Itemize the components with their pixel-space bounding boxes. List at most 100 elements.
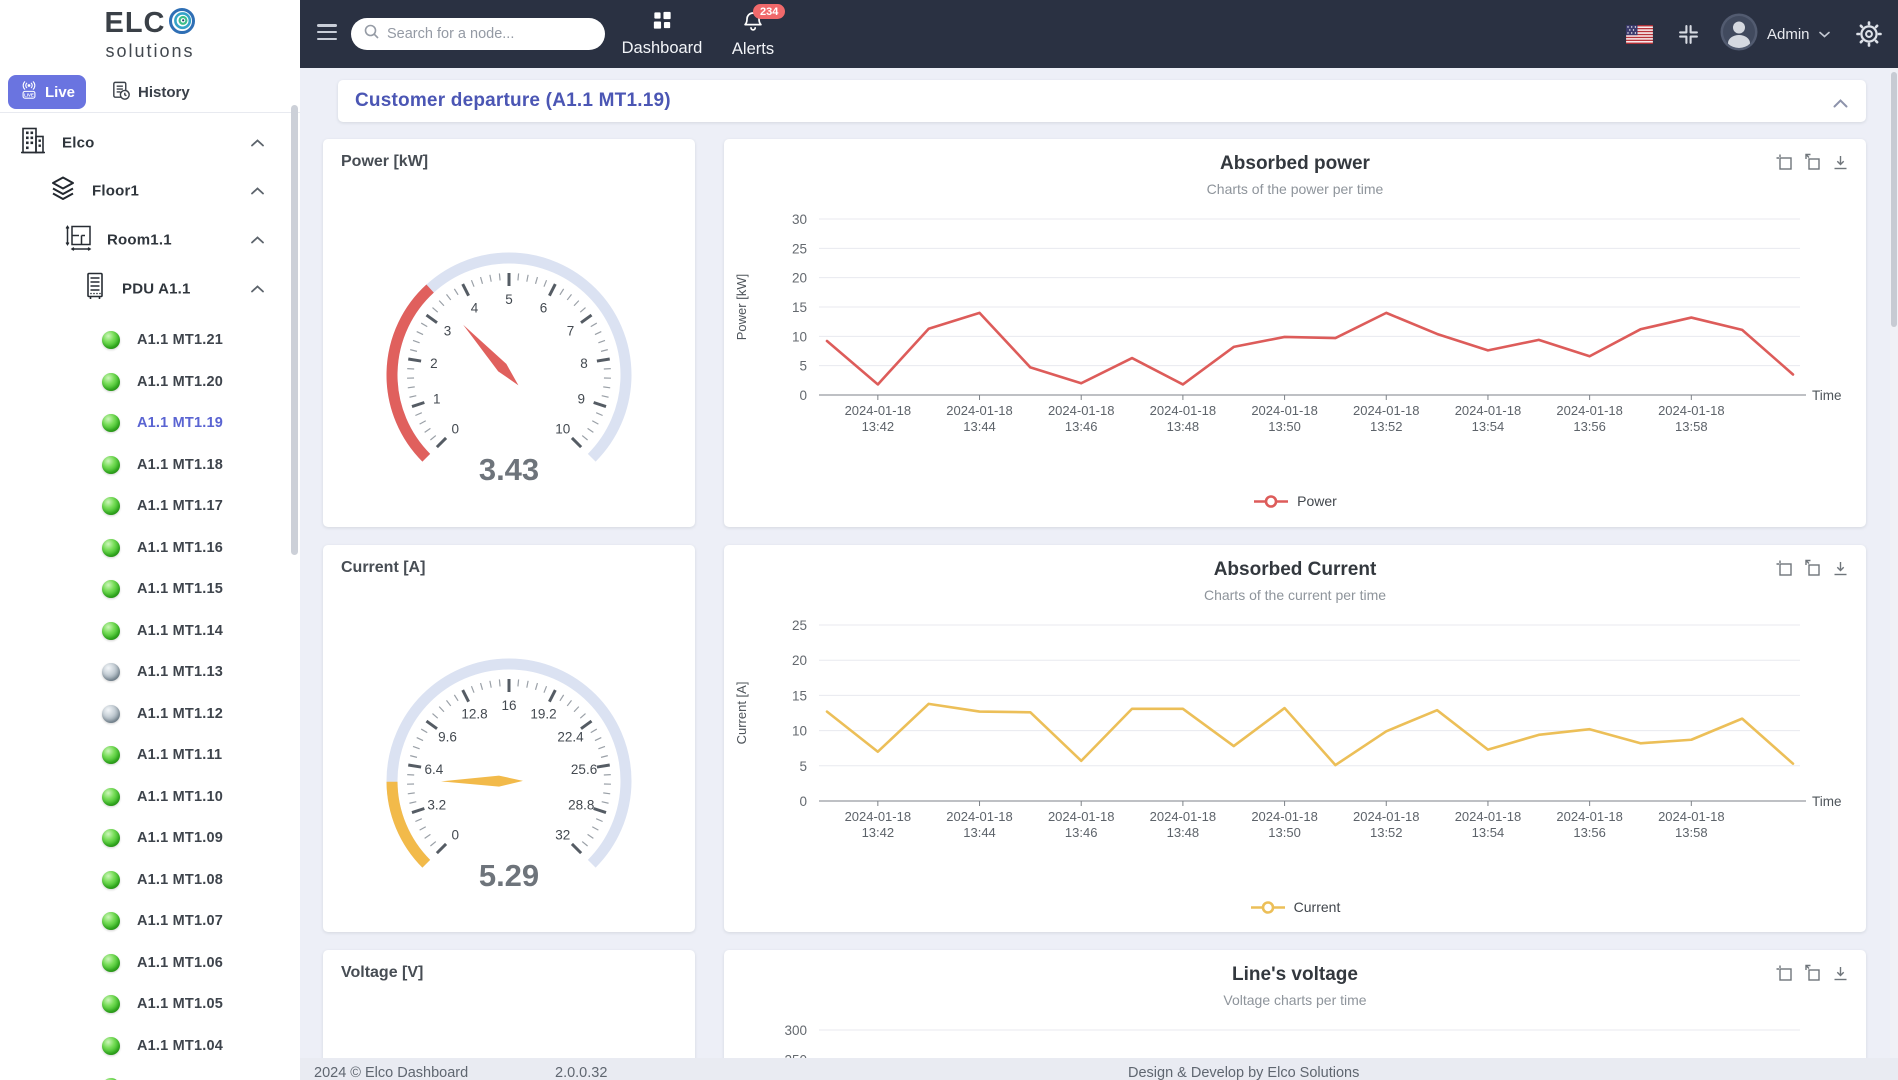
chevron-up-icon[interactable] <box>251 231 264 249</box>
chevron-up-icon[interactable] <box>251 280 264 298</box>
svg-text:10: 10 <box>792 329 807 344</box>
node-label: A1.1 MT1.06 <box>137 955 223 971</box>
node-search[interactable] <box>351 18 605 50</box>
main-scrollbar-thumb[interactable] <box>1891 72 1897 327</box>
chart-title: Absorbed power <box>724 153 1866 175</box>
node-status-icon <box>102 456 120 474</box>
zoom-reset-icon[interactable] <box>1803 153 1822 177</box>
chart-legend[interactable]: Power <box>724 493 1866 509</box>
node-label: A1.1 MT1.18 <box>137 457 223 473</box>
history-icon <box>110 80 131 105</box>
tab-history[interactable]: History <box>110 75 190 109</box>
collapse-chevron-up-icon[interactable] <box>1833 95 1848 113</box>
svg-text:12.8: 12.8 <box>461 706 487 721</box>
sidebar-node[interactable]: A1.1 MT1.18 <box>0 445 292 485</box>
sidebar-node[interactable]: A1.1 MT1.13 <box>0 652 292 692</box>
svg-text:13:54: 13:54 <box>1472 825 1505 840</box>
svg-text:13:56: 13:56 <box>1573 825 1606 840</box>
tree-group-site[interactable]: Elco <box>0 123 292 163</box>
current-gauge-card: Current [A] 03.26.49.612.81619.222.425.6… <box>323 545 695 932</box>
sidebar-node[interactable]: A1.1 MT1.08 <box>0 860 292 900</box>
power-chart-card: Absorbed power Charts of the power per t… <box>724 139 1866 527</box>
user-name: Admin <box>1767 26 1810 43</box>
page-header-card: Customer departure (A1.1 MT1.19) <box>338 80 1866 122</box>
current-line-chart[interactable]: 0510152025Current [A]2024-01-1813:422024… <box>724 615 1866 860</box>
chevron-up-icon[interactable] <box>251 182 264 200</box>
svg-text:5: 5 <box>505 292 513 307</box>
node-label: A1.1 MT1.10 <box>137 789 223 805</box>
sidebar-node[interactable]: A1.1 MT1.09 <box>0 818 292 858</box>
sidebar-node[interactable]: A1.1 MT1.06 <box>0 943 292 983</box>
svg-text:3.43: 3.43 <box>479 452 539 487</box>
svg-text:2024-01-18: 2024-01-18 <box>1455 403 1522 418</box>
tab-live[interactable]: LIVE Live <box>8 75 86 109</box>
sidebar-node[interactable]: A1.1 MT1.04 <box>0 1026 292 1066</box>
zoom-reset-icon[interactable] <box>1803 964 1822 988</box>
svg-text:13:46: 13:46 <box>1065 419 1098 434</box>
main-scrollbar[interactable] <box>1890 68 1898 1080</box>
svg-text:20: 20 <box>792 653 807 668</box>
svg-text:13:44: 13:44 <box>963 825 996 840</box>
brand-subtext: solutions <box>105 41 194 62</box>
svg-text:13:48: 13:48 <box>1167 825 1200 840</box>
svg-text:2024-01-18: 2024-01-18 <box>1455 809 1522 824</box>
download-icon[interactable] <box>1831 559 1850 583</box>
node-label: A1.1 MT1.21 <box>137 332 223 348</box>
chevron-up-icon[interactable] <box>251 134 264 152</box>
svg-text:19.2: 19.2 <box>530 706 556 721</box>
zoom-selection-icon[interactable] <box>1775 559 1794 583</box>
node-status-icon <box>102 995 120 1013</box>
user-menu[interactable]: Admin <box>1720 0 1830 68</box>
zoom-selection-icon[interactable] <box>1775 153 1794 177</box>
power-line-chart[interactable]: 051015202530Power [kW]2024-01-1813:42202… <box>724 209 1866 454</box>
chart-toolbar <box>1775 153 1850 177</box>
svg-text:10: 10 <box>792 724 807 739</box>
tree-group-floor[interactable]: Floor1 <box>0 171 292 211</box>
download-icon[interactable] <box>1831 964 1850 988</box>
search-input[interactable] <box>387 26 593 42</box>
sidebar-scrollbar[interactable] <box>291 105 298 555</box>
sidebar-node[interactable]: A1.1 MT1.11 <box>0 735 292 775</box>
sidebar-node[interactable]: A1.1 MT1.16 <box>0 528 292 568</box>
svg-text:0: 0 <box>799 388 807 403</box>
node-status-icon <box>102 580 120 598</box>
tree-group-room[interactable]: Room1.1 <box>0 220 292 260</box>
sidebar-node[interactable]: A1.1 MT1.15 <box>0 569 292 609</box>
tree-group-pdu[interactable]: PDU A1.1 <box>0 269 292 309</box>
sidebar-node[interactable]: A1.1 MT1.12 <box>0 694 292 734</box>
download-icon[interactable] <box>1831 153 1850 177</box>
sidebar-node[interactable]: A1.1 MT1.05 <box>0 984 292 1024</box>
sidebar-node[interactable]: A1.1 MT1.20 <box>0 362 292 402</box>
sidebar-node[interactable]: A1.1 MT1.10 <box>0 777 292 817</box>
zoom-reset-icon[interactable] <box>1803 559 1822 583</box>
sidebar-node[interactable]: A1.1 MT1.17 <box>0 486 292 526</box>
sidebar-node[interactable]: A1.1 MT1.07 <box>0 901 292 941</box>
brand-text: ELC <box>105 9 166 38</box>
alerts-label: Alerts <box>732 40 774 59</box>
svg-text:2024-01-18: 2024-01-18 <box>845 809 912 824</box>
alerts-count-badge: 234 <box>753 4 785 19</box>
sidebar-node-partial[interactable] <box>0 1067 292 1080</box>
svg-text:13:52: 13:52 <box>1370 419 1403 434</box>
fullscreen-compress-icon[interactable] <box>1678 0 1699 68</box>
sidebar-node[interactable]: A1.1 MT1.19 <box>0 403 292 443</box>
chart-title: Absorbed Current <box>724 559 1866 581</box>
node-label: A1.1 MT1.13 <box>137 664 223 680</box>
zoom-selection-icon[interactable] <box>1775 964 1794 988</box>
brand-logo: ELC solutions <box>0 0 300 68</box>
current-gauge: 03.26.49.612.81619.222.425.628.8325.29 <box>323 545 695 933</box>
svg-text:2024-01-18: 2024-01-18 <box>1353 403 1420 418</box>
nav-dashboard[interactable]: Dashboard <box>612 9 712 58</box>
nav-alerts[interactable]: 234 Alerts <box>708 9 798 59</box>
svg-text:13:56: 13:56 <box>1573 419 1606 434</box>
settings-gear-icon[interactable] <box>1856 0 1882 68</box>
chart-subtitle: Voltage charts per time <box>724 992 1866 1008</box>
sidebar-node[interactable]: A1.1 MT1.14 <box>0 611 292 651</box>
sidebar-node[interactable]: A1.1 MT1.21 <box>0 320 292 360</box>
language-flag-us[interactable] <box>1626 0 1653 68</box>
svg-text:7: 7 <box>567 323 575 338</box>
svg-text:22.4: 22.4 <box>557 729 584 744</box>
hamburger-menu-icon[interactable] <box>317 24 339 44</box>
power-gauge: 0123456789103.43 <box>323 139 695 527</box>
chart-legend[interactable]: Current <box>724 899 1866 915</box>
